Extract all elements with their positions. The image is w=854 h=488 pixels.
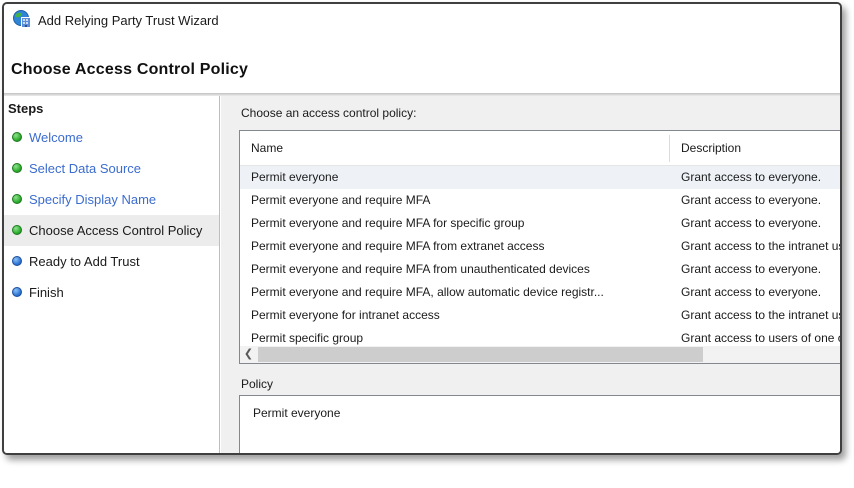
steps-list: Welcome Select Data Source Specify Display… <box>4 122 219 308</box>
policy-description-text: Permit everyone <box>253 406 341 420</box>
scrollbar-thumb[interactable] <box>258 347 703 362</box>
policy-name: Permit everyone and require MFA from ext… <box>251 239 545 253</box>
policy-table[interactable]: Name Description Permit everyone Grant ac… <box>239 130 840 364</box>
steps-header: Steps <box>8 101 44 116</box>
policy-description: Grant access to everyone. <box>681 216 822 230</box>
policy-description: Grant access to everyone. <box>681 285 822 299</box>
step-done-dot-icon <box>12 132 22 142</box>
step-label: Finish <box>29 285 64 300</box>
column-header-description[interactable]: Description <box>681 131 741 165</box>
step-label: Specify Display Name <box>29 192 157 207</box>
policy-name: Permit everyone and require MFA from una… <box>251 262 590 276</box>
table-body: Permit everyone Grant access to everyone.… <box>240 166 840 345</box>
step-pending-dot-icon <box>12 256 22 266</box>
sidebar-step-welcome[interactable]: Welcome <box>4 122 219 153</box>
policy-row[interactable]: Permit everyone and require MFA, allow a… <box>240 281 840 304</box>
column-separator[interactable] <box>669 135 670 162</box>
step-pending-dot-icon <box>12 287 22 297</box>
policy-row[interactable]: Permit everyone and require MFA from una… <box>240 258 840 281</box>
sidebar-step-ready-to-add-trust: Ready to Add Trust <box>4 246 219 277</box>
policy-name: Permit everyone and require MFA <box>251 193 431 207</box>
policy-description: Grant access to everyone. <box>681 262 822 276</box>
policy-row[interactable]: Permit everyone and require MFA from ext… <box>240 235 840 258</box>
step-done-dot-icon <box>12 194 22 204</box>
page-title: Choose Access Control Policy <box>11 61 249 78</box>
horizontal-scrollbar[interactable]: ❮ <box>240 346 840 363</box>
policy-description: Grant access to the intranet users. <box>681 239 840 253</box>
sidebar-step-finish: Finish <box>4 277 219 308</box>
step-label: Ready to Add Trust <box>29 254 140 269</box>
policy-description: Grant access to the intranet users. <box>681 308 840 322</box>
wizard-window: Add Relying Party Trust Wizard Choose Ac… <box>2 2 842 455</box>
window-title: Add Relying Party Trust Wizard <box>38 13 219 28</box>
step-label: Select Data Source <box>29 161 142 176</box>
policy-row[interactable]: Permit specific group Grant access to use… <box>240 327 840 345</box>
policy-description: Grant access to everyone. <box>681 193 822 207</box>
policy-description-box: Permit everyone <box>239 395 840 453</box>
policy-name: Permit everyone and require MFA, allow a… <box>251 285 604 299</box>
column-header-name[interactable]: Name <box>251 131 283 165</box>
policy-name: Permit everyone and require MFA for spec… <box>251 216 525 230</box>
table-header: Name Description <box>240 131 840 166</box>
step-done-dot-icon <box>12 225 22 235</box>
title-bar: Add Relying Party Trust Wizard <box>4 4 840 36</box>
policy-row[interactable]: Permit everyone for intranet access Grant… <box>240 304 840 327</box>
scroll-left-arrow-icon[interactable]: ❮ <box>240 346 257 363</box>
sidebar-step-choose-access-control-policy: Choose Access Control Policy <box>4 215 219 246</box>
policy-name: Permit specific group <box>251 331 364 345</box>
policy-description: Grant access to users of one or more spe… <box>681 331 840 345</box>
policy-row[interactable]: Permit everyone and require MFA Grant acc… <box>240 189 840 212</box>
policy-row[interactable]: Permit everyone and require MFA for spec… <box>240 212 840 235</box>
policy-name: Permit everyone for intranet access <box>251 308 440 322</box>
list-label: Choose an access control policy: <box>241 106 417 120</box>
policy-name: Permit everyone <box>251 170 339 184</box>
sidebar-step-select-data-source[interactable]: Select Data Source <box>4 153 219 184</box>
step-done-dot-icon <box>12 163 22 173</box>
sidebar-step-specify-display-name[interactable]: Specify Display Name <box>4 184 219 215</box>
policy-label: Policy <box>241 377 274 391</box>
step-label: Welcome <box>29 130 83 145</box>
steps-sidebar: Steps Welcome Select Data Source Specify D… <box>4 96 220 453</box>
main-panel: Choose an access control policy: Name De… <box>221 96 840 453</box>
policy-description: Grant access to everyone. <box>681 170 822 184</box>
adfs-trust-icon <box>13 10 31 28</box>
policy-row[interactable]: Permit everyone Grant access to everyone. <box>240 166 840 189</box>
step-label: Choose Access Control Policy <box>29 223 203 238</box>
